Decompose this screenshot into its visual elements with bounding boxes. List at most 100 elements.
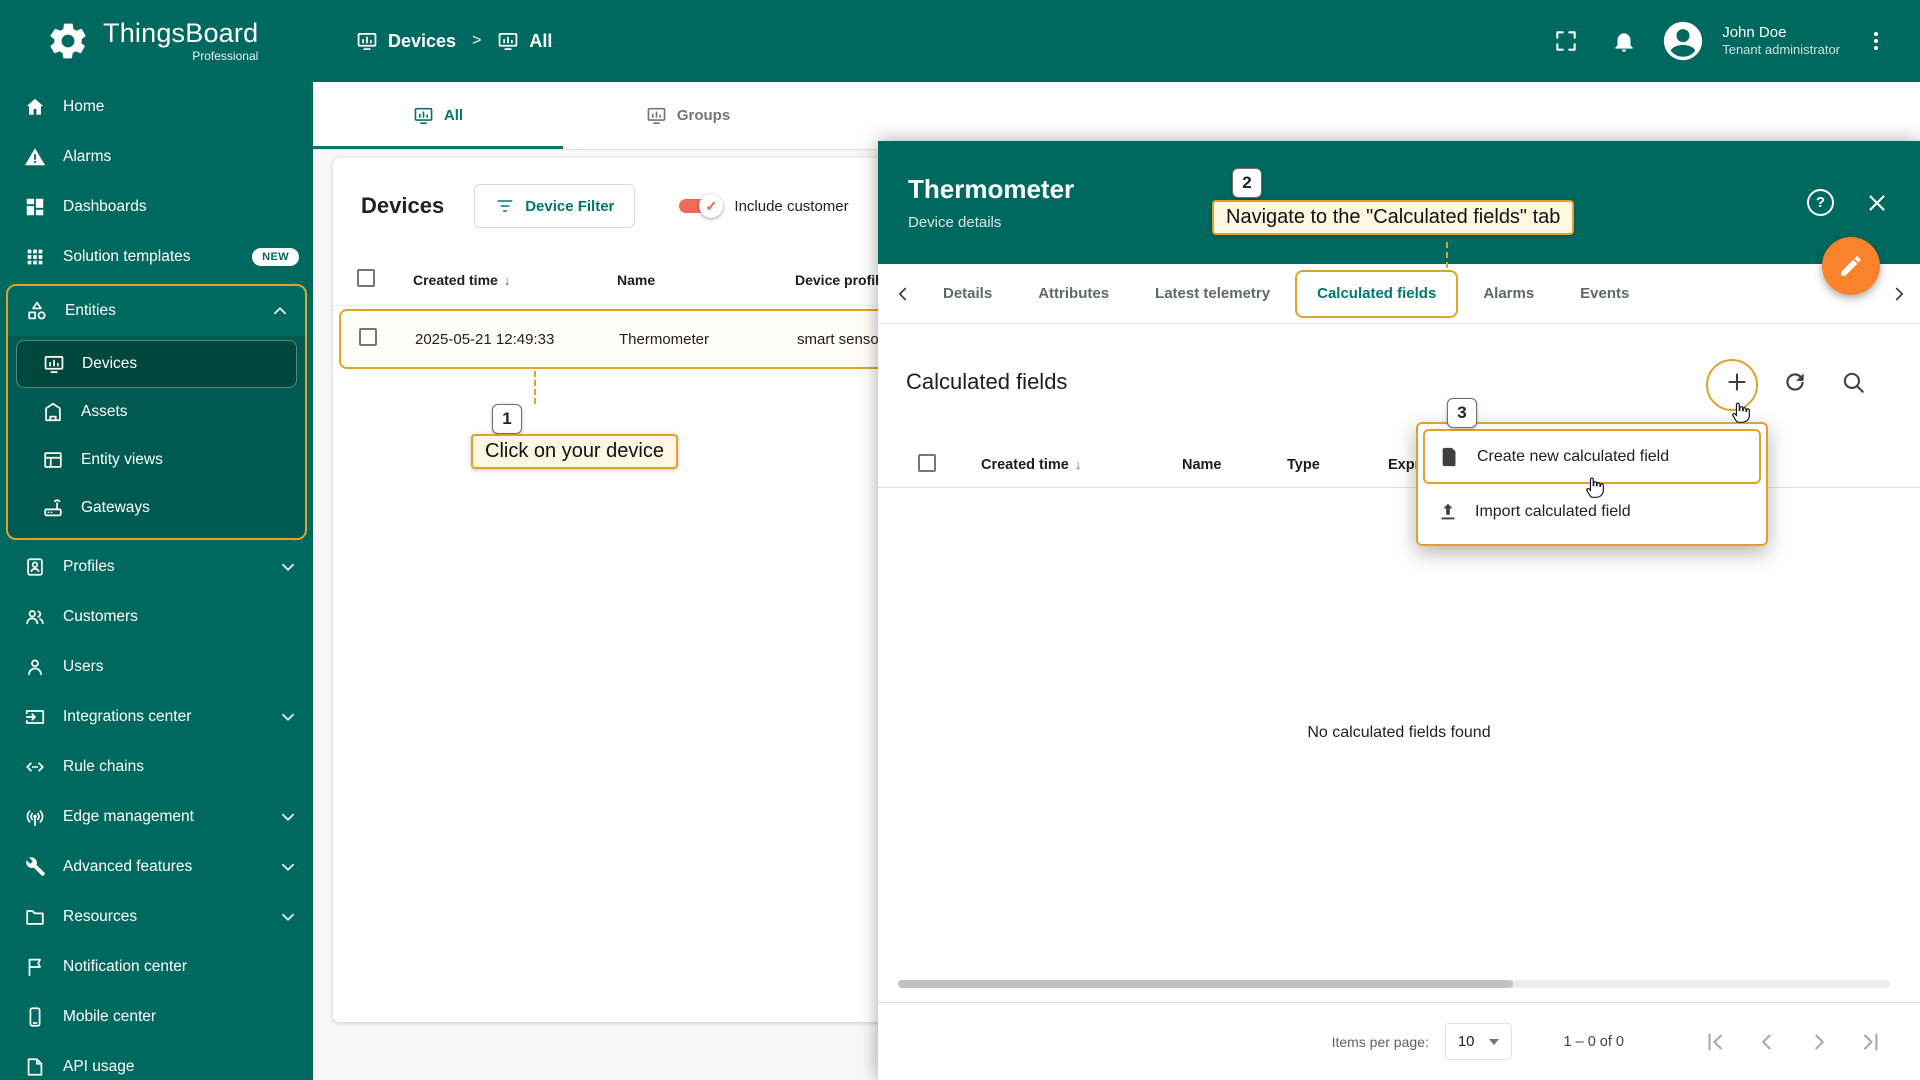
fullscreen-button[interactable] <box>1544 19 1588 63</box>
sidebar-item-integrations-center[interactable]: Integrations center <box>0 692 313 742</box>
search-button[interactable] <box>1840 369 1866 395</box>
logo-text: ThingsBoard Professional <box>103 20 258 62</box>
entity-views-icon <box>42 449 64 471</box>
row-checkbox[interactable] <box>359 328 377 346</box>
caret-down-icon <box>1489 1039 1499 1045</box>
tabs-scroll-right-button[interactable] <box>1882 272 1916 316</box>
sidebar-item-home[interactable]: Home <box>0 82 313 132</box>
logo-title: ThingsBoard <box>103 18 258 48</box>
sidebar-item-notification-center[interactable]: Notification center <box>0 942 313 992</box>
sidebar-item-customers[interactable]: Customers <box>0 592 313 642</box>
horizontal-scrollbar[interactable] <box>898 980 1890 988</box>
edge-antenna-icon <box>24 806 46 828</box>
previous-page-button[interactable] <box>1754 1029 1780 1055</box>
panel-title-block: Thermometer Device details <box>908 174 1074 231</box>
tab-events[interactable]: Events <box>1557 264 1652 323</box>
upload-icon <box>1437 501 1459 523</box>
breadcrumb-devices[interactable]: Devices <box>356 30 456 52</box>
device-details-panel: Thermometer Device details ? Details Att… <box>878 141 1920 1080</box>
items-per-page-select[interactable]: 10 <box>1445 1023 1512 1060</box>
sidebar-item-resources[interactable]: Resources <box>0 892 313 942</box>
last-page-icon <box>1858 1029 1884 1055</box>
chevron-down-icon <box>277 906 299 928</box>
warning-icon <box>24 146 46 168</box>
gateways-icon <box>42 497 64 519</box>
user-avatar[interactable] <box>1660 18 1706 64</box>
page-range-text: 1 – 0 of 0 <box>1564 1034 1624 1050</box>
sidebar-item-entities[interactable]: Entities <box>8 286 305 336</box>
last-page-button[interactable] <box>1858 1029 1884 1055</box>
tab-all[interactable]: All <box>313 82 563 149</box>
tab-alarms[interactable]: Alarms <box>1460 264 1557 323</box>
device-filter-button[interactable]: Device Filter <box>474 184 635 228</box>
integrations-icon <box>24 706 46 728</box>
chevron-right-icon <box>1888 283 1910 305</box>
sidebar-item-solution-templates[interactable]: Solution templates NEW <box>0 232 313 282</box>
column-header[interactable]: Created time↓ <box>981 457 1182 473</box>
thingsboard-logo-icon <box>46 19 90 63</box>
panel-tabs: Details Attributes Latest telemetry Calc… <box>878 264 1920 324</box>
column-header[interactable]: Created time↓ <box>413 272 617 288</box>
empty-state-text: No calculated fields found <box>878 724 1920 742</box>
next-page-button[interactable] <box>1806 1029 1832 1055</box>
chevron-down-icon <box>277 556 299 578</box>
tab-calculated-fields[interactable]: Calculated fields <box>1295 270 1458 318</box>
sidebar-item-api-usage[interactable]: API usage <box>0 1042 313 1080</box>
edit-device-fab[interactable] <box>1822 237 1880 295</box>
fullscreen-icon <box>1553 28 1579 54</box>
sidebar-item-devices[interactable]: Devices <box>16 340 297 388</box>
sidebar-item-label: Advanced features <box>63 858 260 876</box>
sidebar-item-rule-chains[interactable]: Rule chains <box>0 742 313 792</box>
pencil-icon <box>1838 253 1864 279</box>
calculated-fields-title: Calculated fields <box>906 369 1067 395</box>
sidebar-item-alarms[interactable]: Alarms <box>0 132 313 182</box>
devices-icon <box>413 105 434 126</box>
sidebar-item-advanced-features[interactable]: Advanced features <box>0 842 313 892</box>
scrollbar-thumb[interactable] <box>898 980 1513 988</box>
sidebar-item-dashboards[interactable]: Dashboards <box>0 182 313 232</box>
tab-details[interactable]: Details <box>920 264 1015 323</box>
sidebar-item-profiles[interactable]: Profiles <box>0 542 313 592</box>
device-group-icon <box>497 30 519 52</box>
tab-groups[interactable]: Groups <box>563 82 813 149</box>
column-header[interactable]: Type <box>1287 457 1388 473</box>
sidebar-item-label: Customers <box>63 608 299 626</box>
tab-attributes[interactable]: Attributes <box>1015 264 1132 323</box>
column-header[interactable]: Name <box>1182 457 1287 473</box>
chevron-left-icon <box>1754 1029 1780 1055</box>
select-all-checkbox[interactable] <box>357 269 375 287</box>
hand-cursor-icon <box>1582 474 1608 500</box>
sidebar-item-label: Assets <box>81 403 291 421</box>
sidebar-item-edge-management[interactable]: Edge management <box>0 792 313 842</box>
sidebar-item-label: Home <box>63 98 299 116</box>
refresh-button[interactable] <box>1782 369 1808 395</box>
first-page-button[interactable] <box>1702 1029 1728 1055</box>
select-all-checkbox[interactable] <box>918 454 936 472</box>
app-header: ThingsBoard Professional Devices > All <box>0 0 1920 82</box>
header-actions: John Doe Tenant administrator <box>1544 18 1898 64</box>
sidebar-item-users[interactable]: Users <box>0 642 313 692</box>
pagination-footer: Items per page: 10 1 – 0 of 0 <box>878 1002 1920 1080</box>
hand-cursor-icon <box>1728 399 1754 425</box>
notifications-button[interactable] <box>1602 19 1646 63</box>
breadcrumb-all[interactable]: All <box>497 30 552 52</box>
sidebar-item-mobile-center[interactable]: Mobile center <box>0 992 313 1042</box>
tabs-scroll-left-button[interactable] <box>886 272 920 316</box>
thingsboard-logo[interactable]: ThingsBoard Professional <box>46 19 278 63</box>
include-customer-toggle[interactable]: ✓ <box>677 194 721 218</box>
column-header[interactable]: Name <box>617 272 795 288</box>
tab-latest-telemetry[interactable]: Latest telemetry <box>1132 264 1293 323</box>
sidebar-item-assets[interactable]: Assets <box>8 388 305 436</box>
tab-label: All <box>444 107 463 124</box>
cell-name: Thermometer <box>619 331 797 348</box>
close-panel-button[interactable] <box>1864 190 1890 216</box>
menu-item-label: Create new calculated field <box>1477 448 1669 466</box>
help-button[interactable]: ? <box>1807 189 1834 216</box>
more-menu-button[interactable] <box>1854 19 1898 63</box>
devices-icon <box>43 353 65 375</box>
device-group-icon <box>646 105 667 126</box>
user-icon <box>24 656 46 678</box>
step2-callout-label: Navigate to the "Calculated fields" tab <box>1212 200 1574 235</box>
sidebar-item-entity-views[interactable]: Entity views <box>8 436 305 484</box>
sidebar-item-gateways[interactable]: Gateways <box>8 484 305 532</box>
